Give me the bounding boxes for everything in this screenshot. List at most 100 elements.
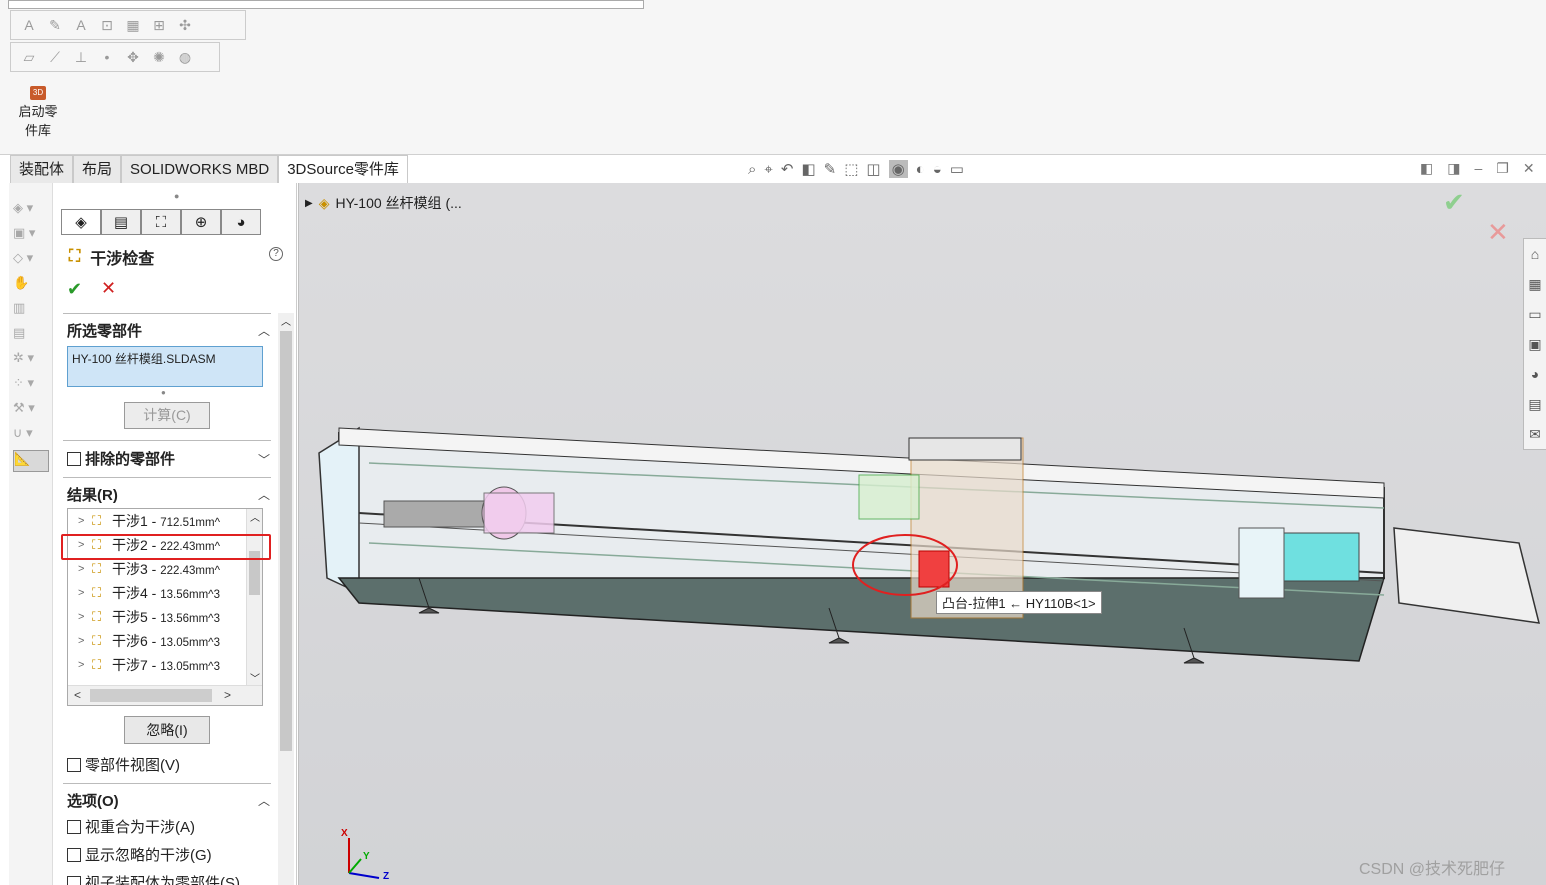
edit-appearance-icon[interactable]: ◐ — [916, 161, 925, 178]
list-item[interactable]: > ⛶ 干涉4 - 13.56mm^3 — [68, 581, 262, 605]
scroll-up-icon[interactable]: ︿ — [281, 313, 291, 328]
spring-icon[interactable]: ◍ — [175, 47, 195, 67]
scene-icon[interactable]: ◒ — [933, 161, 942, 178]
expand-arrow-icon[interactable]: > — [78, 515, 92, 527]
hand-icon[interactable]: ✋ — [13, 275, 49, 297]
scroll-thumb[interactable] — [280, 331, 292, 751]
scroll-left-icon[interactable]: < — [74, 688, 81, 702]
minimize-icon[interactable]: – — [1474, 160, 1482, 177]
tile-left-icon[interactable]: ◧ — [1420, 160, 1433, 177]
zoom-area-icon[interactable]: ⌖ — [764, 161, 772, 178]
mate-icon[interactable]: ✥ — [123, 47, 143, 67]
collapse-icon[interactable]: ︿ — [258, 322, 270, 339]
design-library-icon[interactable]: ▦ — [1524, 269, 1546, 299]
list-item[interactable]: > ⛶ 干涉7 - 13.05mm^3 — [68, 653, 262, 677]
expand-arrow-icon[interactable]: > — [78, 635, 92, 647]
cancel-button[interactable]: ✕ — [101, 278, 116, 299]
cube-icon[interactable]: ◈ ▾ — [13, 200, 49, 222]
previous-view-icon[interactable]: ↶ — [781, 160, 794, 178]
hide-show-icon[interactable]: ◉ — [888, 160, 908, 178]
table-icon[interactable]: ▦ — [123, 15, 143, 35]
calculate-button[interactable]: 计算(C) — [124, 402, 210, 429]
close-icon[interactable]: ✕ — [1523, 160, 1535, 177]
zoom-fit-icon[interactable]: ⌕ — [748, 161, 756, 178]
list-item[interactable]: > ⛶ 干涉6 - 13.05mm^3 — [68, 629, 262, 653]
point-icon[interactable]: • — [97, 47, 117, 67]
cylinder-icon[interactable]: ▥ — [13, 300, 49, 322]
coordinate-icon[interactable]: ⊥ — [71, 47, 91, 67]
configuration-manager-tab[interactable]: ⛶ — [141, 209, 181, 235]
balloon-icon[interactable]: ✎ — [45, 15, 65, 35]
splitter-dot[interactable]: ● — [174, 191, 179, 201]
symbol-icon[interactable]: ⊞ — [149, 15, 169, 35]
property-manager-tab[interactable]: ▤ — [101, 209, 141, 235]
note-icon[interactable]: A — [19, 15, 39, 35]
launch-parts-library-button[interactable]: 3D 启动零 件库 — [12, 86, 64, 140]
tab-layout[interactable]: 布局 — [73, 155, 122, 183]
tile-right-icon[interactable]: ◨ — [1447, 160, 1460, 177]
display-style-icon[interactable]: ◫ — [866, 160, 880, 178]
options-header[interactable]: 选项(O) — [67, 790, 119, 811]
collapse-icon[interactable]: ︿ — [258, 792, 270, 809]
scroll-down-icon[interactable]: ﹀ — [250, 670, 260, 685]
tab-3dsource[interactable]: 3DSource零件库 — [278, 155, 408, 183]
pattern-icon[interactable]: ⁘ ▾ — [13, 375, 49, 397]
option-checkbox[interactable] — [67, 847, 81, 862]
dimxpert-tab[interactable]: ⊕ — [181, 209, 221, 235]
list-item[interactable]: > ⛶ 干涉1 - 712.51mm^ — [68, 509, 262, 533]
ignore-button[interactable]: 忽略(I) — [124, 716, 210, 744]
feature-manager-tab[interactable]: ◈ — [61, 209, 101, 235]
display-manager-tab[interactable]: ◕ — [221, 209, 261, 235]
option-checkbox[interactable] — [67, 819, 81, 834]
section-view-icon[interactable]: ◧ — [801, 160, 815, 178]
excluded-checkbox[interactable] — [67, 451, 81, 466]
custom-properties-icon[interactable]: ▤ — [1524, 389, 1546, 419]
expand-arrow-icon[interactable]: > — [78, 587, 92, 599]
panel-scrollbar[interactable]: ︿ — [278, 313, 294, 885]
view-palette-icon[interactable]: ▣ — [1524, 329, 1546, 359]
list-item[interactable]: > ⛶ 干涉5 - 13.56mm^3 — [68, 605, 262, 629]
excluded-components-row[interactable]: 排除的零部件 — [67, 448, 175, 469]
help-button[interactable]: ? — [269, 247, 283, 261]
scroll-right-icon[interactable]: > — [224, 688, 231, 702]
list-item[interactable]: > ⛶ 干涉3 - 222.43mm^ — [68, 557, 262, 581]
tab-mbd[interactable]: SOLIDWORKS MBD — [121, 155, 279, 183]
component-view-checkbox[interactable] — [67, 757, 81, 772]
file-explorer-icon[interactable]: ▭ — [1524, 299, 1546, 329]
axis-icon[interactable]: ⟋ — [45, 47, 65, 67]
expand-icon[interactable]: ﹀ — [258, 451, 270, 468]
tab-assembly[interactable]: 装配体 — [10, 155, 74, 183]
box-icon[interactable]: ▣ ▾ — [13, 225, 49, 247]
dynamic-annotation-icon[interactable]: ✎ — [824, 160, 837, 178]
scroll-up-icon[interactable]: ︿ — [250, 509, 260, 524]
home-icon[interactable]: ⌂ — [1524, 239, 1546, 269]
interference-tool-icon[interactable]: 📐 — [13, 450, 49, 472]
block-icon[interactable]: ▤ — [13, 325, 49, 347]
tool-icon[interactable]: ⚒ ▾ — [13, 400, 49, 422]
results-header[interactable]: 结果(R) — [67, 484, 118, 505]
collapse-icon[interactable]: ︿ — [258, 486, 270, 503]
option-row[interactable]: 显示忽略的干涉(G) — [67, 844, 212, 865]
curve-icon[interactable]: ∪ ▾ — [13, 425, 49, 447]
option-checkbox[interactable] — [67, 875, 81, 885]
graphics-area[interactable]: ▶ ◈ HY-100 丝杆模组 (... ✔ ✕ X Y Z 凸台-拉伸1 ← … — [298, 183, 1546, 885]
ok-button[interactable]: ✔ — [67, 279, 82, 300]
selected-components-list[interactable]: HY-100 丝杆模组.SLDASM — [67, 346, 263, 387]
resize-dot[interactable]: ● — [161, 388, 166, 397]
dimension-icon[interactable]: ⊡ — [97, 15, 117, 35]
explode-icon[interactable]: ✲ ▾ — [13, 350, 49, 372]
option-row[interactable]: 视子装配体为零部件(S) — [67, 872, 240, 885]
expand-arrow-icon[interactable]: > — [78, 659, 92, 671]
weld-icon[interactable]: ✣ — [175, 15, 195, 35]
gear-icon[interactable]: ✺ — [149, 47, 169, 67]
restore-icon[interactable]: ❐ — [1496, 160, 1509, 177]
plane-icon[interactable]: ▱ — [19, 47, 39, 67]
expand-arrow-icon[interactable]: > — [78, 611, 92, 623]
results-horizontal-scrollbar[interactable]: < > — [68, 685, 262, 705]
component-view-row[interactable]: 零部件视图(V) — [67, 754, 180, 775]
selected-components-header[interactable]: 所选零部件 — [67, 320, 142, 341]
appearances-icon[interactable]: ◕ — [1524, 359, 1546, 389]
component-icon[interactable]: ◇ ▾ — [13, 250, 49, 272]
expand-arrow-icon[interactable]: > — [78, 563, 92, 575]
forum-icon[interactable]: ✉ — [1524, 419, 1546, 449]
